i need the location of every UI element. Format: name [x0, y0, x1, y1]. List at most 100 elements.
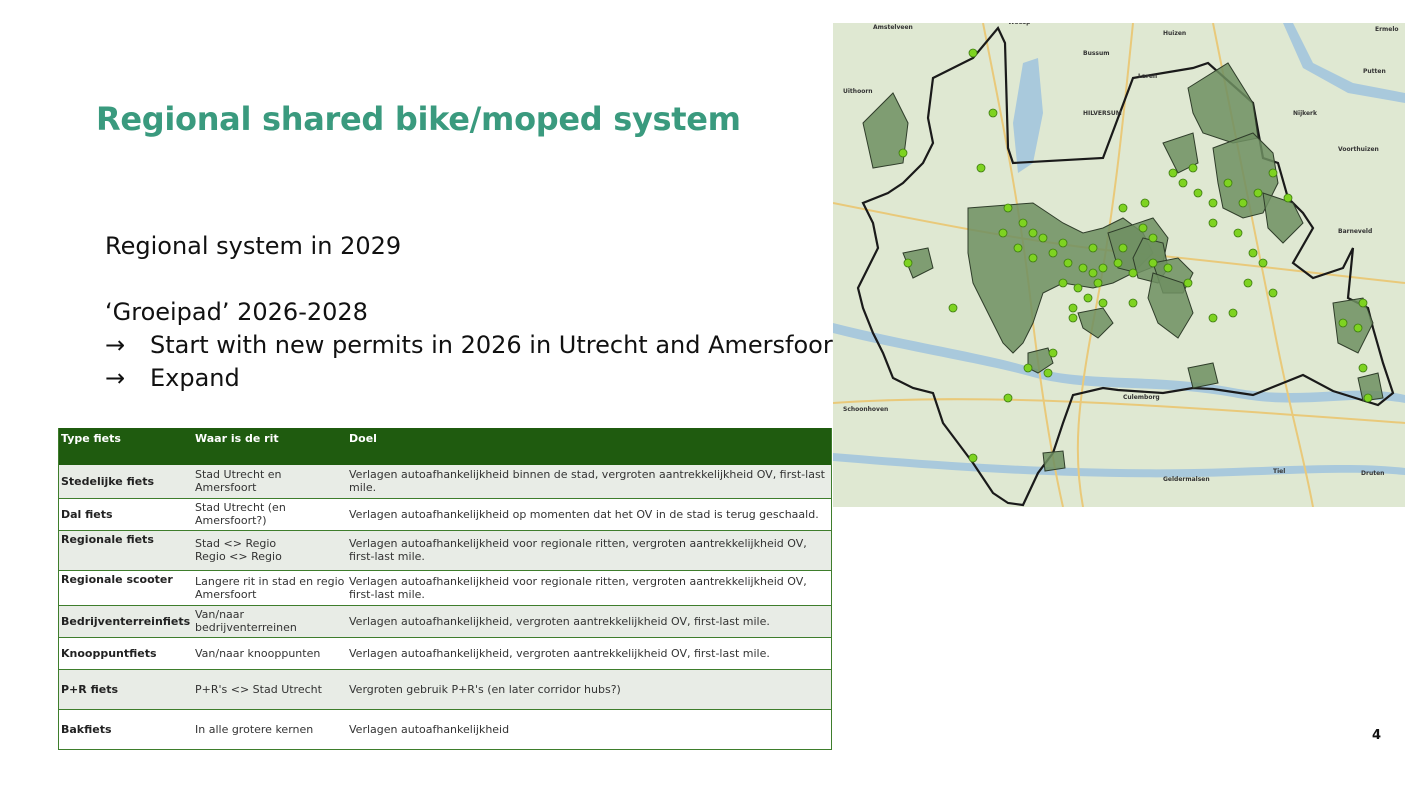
arrow-right-icon: →	[105, 364, 126, 392]
map-location-dot	[1073, 283, 1083, 293]
map-location-dot	[976, 163, 986, 173]
cell-goal: Verlagen autoafhankelijkheid binnen de s…	[347, 465, 832, 499]
cell-where-line-1: Stad <> Regio	[195, 537, 277, 550]
map-location-dot	[1113, 258, 1123, 268]
map-place-label: Huizen	[1163, 30, 1186, 37]
table-row: P+R fiets P+R's <> Stad Utrecht Vergroten …	[58, 669, 832, 710]
body-line-1: Regional system in 2029	[105, 232, 402, 260]
map-place-label: Tiel	[1273, 468, 1285, 475]
map-location-dot	[1238, 198, 1248, 208]
bike-types-table: Type fiets Waar is de rit Doel Stedelijk…	[58, 428, 832, 750]
map-municipality	[1042, 450, 1066, 472]
cell-where-line-1: P+R's <> Stad Utrecht	[195, 682, 322, 696]
map-location-dot	[1268, 168, 1278, 178]
cell-where-line-1: Van/naar knooppunten	[195, 646, 321, 660]
map-place-label: Putten	[1363, 68, 1386, 75]
map-place-label: Bussum	[1083, 50, 1110, 57]
cell-where-line-2: Amersfoort	[195, 587, 257, 601]
map-location-dot	[1353, 323, 1363, 333]
cell-type: Stedelijke fiets	[58, 465, 193, 499]
map-location-dot	[1358, 298, 1368, 308]
map-location-dot	[1228, 308, 1238, 318]
map-location-dot	[1018, 218, 1028, 228]
table-row: Stedelijke fiets Stad Utrecht en Amersfoo…	[58, 465, 832, 499]
slide-title: Regional shared bike/moped system	[96, 100, 741, 138]
map-location-dot	[1118, 243, 1128, 253]
map-location-dot	[1063, 258, 1073, 268]
cell-type: Knooppuntfiets	[58, 637, 193, 670]
map-location-dot	[1193, 188, 1203, 198]
cell-where: Van/naar knooppunten	[193, 637, 347, 670]
map-place-label: Ermelo	[1375, 26, 1399, 33]
map-place-label: Voorthuizen	[1338, 146, 1379, 153]
cell-where: In alle grotere kernen	[193, 709, 347, 750]
map-location-dot	[1078, 263, 1088, 273]
bullet-2: → Expand	[105, 362, 842, 395]
map-location-dot	[1048, 348, 1058, 358]
map-location-dot	[1048, 248, 1058, 258]
map-location-dot	[1038, 233, 1048, 243]
map-location-dot	[1338, 318, 1348, 328]
map-location-dot	[1028, 228, 1038, 238]
map-location-dot	[1128, 268, 1138, 278]
cell-where: Stad Utrecht en Amersfoort	[193, 465, 347, 499]
cell-type: Regionale scooter	[58, 570, 193, 606]
cell-goal: Verlagen autoafhankelijkheid op momenten…	[347, 498, 832, 531]
cell-type: Bakfiets	[58, 709, 193, 750]
map-place-label: Weesp	[1008, 23, 1031, 26]
map-location-dot	[948, 303, 958, 313]
map-location-dot	[1058, 278, 1068, 288]
cell-type: Dal fiets	[58, 498, 193, 531]
map-location-dot	[903, 258, 913, 268]
table-row: Regionale scooter Langere rit in stad en …	[58, 570, 832, 606]
map-location-dot	[1128, 298, 1138, 308]
table-row: Bedrijventerreinfiets Van/naar bedrijvent…	[58, 605, 832, 638]
cell-goal: Verlagen autoafhankelijkheid, vergroten …	[347, 605, 832, 638]
map-place-label: Druten	[1361, 470, 1384, 477]
map-location-dot	[1163, 263, 1173, 273]
map-location-dot	[1148, 258, 1158, 268]
slide-body: Regional system in 2029 ‘Groeipad’ 2026-…	[105, 230, 842, 395]
map-location-dot	[998, 228, 1008, 238]
map-location-dot	[1098, 298, 1108, 308]
map-location-dot	[1183, 278, 1193, 288]
map-place-label: Culemborg	[1123, 394, 1160, 401]
map-location-dot	[1003, 393, 1013, 403]
map-location-dot	[1088, 243, 1098, 253]
map-location-dot	[1068, 303, 1078, 313]
map-location-dot	[1013, 243, 1023, 253]
map-location-dot	[1283, 193, 1293, 203]
cell-goal: Verlagen autoafhankelijkheid	[347, 709, 832, 750]
map-location-dot	[1208, 218, 1218, 228]
page-number: 4	[1372, 728, 1382, 743]
header-type: Type fiets	[58, 428, 193, 465]
cell-type: Regionale fiets	[58, 530, 193, 571]
cell-where: P+R's <> Stad Utrecht	[193, 669, 347, 710]
cell-where-line-1: Stad Utrecht en Amersfoort	[195, 468, 282, 495]
cell-goal: Vergroten gebruik P+R's (en later corrid…	[347, 669, 832, 710]
map-place-label: Uithoorn	[843, 88, 873, 95]
map-location-dot	[1098, 263, 1108, 273]
map-location-dot	[1138, 223, 1148, 233]
map-location-dot	[1068, 313, 1078, 323]
header-goal: Doel	[347, 428, 832, 465]
map-place-label: Amstelveen	[873, 24, 913, 31]
table-row: Regionale fiets Stad <> Regio Regio <> Reg…	[58, 530, 832, 571]
map-location-dot	[1358, 363, 1368, 373]
map-location-dot	[1208, 198, 1218, 208]
map-municipality	[1187, 362, 1219, 389]
map-location-dot	[1028, 253, 1038, 263]
cell-goal: Verlagen autoafhankelijkheid voor region…	[347, 570, 832, 606]
map-location-dot	[1093, 278, 1103, 288]
table-row: Knooppuntfiets Van/naar knooppunten Verlag…	[58, 637, 832, 670]
map-location-dot	[988, 108, 998, 118]
arrow-right-icon: →	[105, 331, 126, 359]
bullet-1: → Start with new permits in 2026 in Utrec…	[105, 329, 842, 362]
table-row: Bakfiets In alle grotere kernen Verlagen a…	[58, 709, 832, 750]
cell-where: Langere rit in stad en regio Amersfoort	[193, 570, 347, 606]
bullet-2-text: Expand	[150, 364, 240, 392]
cell-type: P+R fiets	[58, 669, 193, 710]
map-location-dot	[1178, 178, 1188, 188]
table-header-row: Type fiets Waar is de rit Doel	[58, 428, 832, 465]
cell-where: Stad Utrecht (en Amersfoort?)	[193, 498, 347, 531]
